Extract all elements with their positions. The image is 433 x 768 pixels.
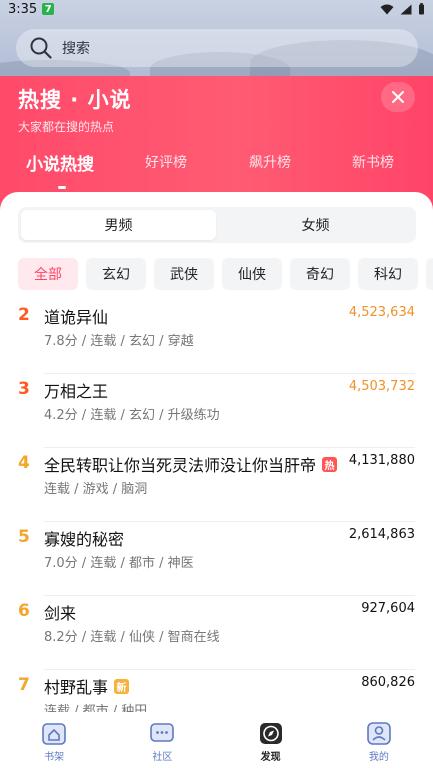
rank-number: 7: [18, 675, 30, 695]
book-title-text: 道诡异仙: [44, 308, 109, 327]
rank-number: 4: [18, 453, 30, 473]
chip-kehuan[interactable]: 科幻: [358, 258, 418, 290]
chip-all[interactable]: 全部: [18, 258, 78, 290]
new-badge: 新: [114, 678, 130, 694]
tab-new-books[interactable]: 新书榜: [352, 152, 394, 172]
chip-qihuan[interactable]: 奇幻: [290, 258, 350, 290]
profile-icon: [367, 722, 391, 745]
segment-female[interactable]: 女频: [218, 210, 413, 240]
tab-rising[interactable]: 飙升榜: [249, 152, 291, 172]
book-title-text: 剑来: [44, 604, 77, 623]
ranking-tabs: 小说热搜 好评榜 飙升榜 新书榜: [0, 152, 433, 184]
bookshelf-icon: [42, 723, 66, 745]
book-meta: 8.2分 / 连载 / 仙侠 / 智商在线: [44, 630, 220, 645]
nav-bookshelf[interactable]: 书架: [0, 712, 108, 768]
book-title-text: 万相之王: [44, 382, 109, 401]
book-meta: 连载 / 游戏 / 脑洞: [44, 482, 148, 497]
app-notification-badge: 7: [42, 3, 55, 15]
book-title: 剑来: [44, 600, 76, 624]
search-count: 4,131,880: [348, 453, 415, 468]
list-item[interactable]: 6 剑来 8.2分 / 连载 / 仙侠 / 智商在线 927,604: [0, 596, 433, 670]
nav-label: 我的: [368, 752, 389, 763]
rank-number: 3: [18, 379, 30, 399]
rank-number: 2: [18, 305, 30, 325]
hot-badge: 热: [322, 456, 338, 472]
nav-label: 社区: [152, 752, 173, 763]
status-icons: [380, 3, 425, 15]
book-title-text: 全民转职让你当死灵法师没让你当肝帝: [44, 456, 317, 475]
nav-label: 书架: [44, 752, 65, 763]
search-input[interactable]: 搜索: [16, 29, 418, 67]
chip-more[interactable]: [426, 258, 433, 290]
search-icon: [30, 37, 52, 59]
list-item[interactable]: 2 道诡异仙 7.8分 / 连载 / 玄幻 / 穿越 4,523,634: [0, 300, 433, 374]
rank-number: 5: [18, 527, 30, 547]
book-title: 寡嫂的秘密: [44, 526, 124, 550]
page-title: 热搜 · 小说: [18, 88, 132, 112]
close-icon: [392, 91, 404, 103]
chip-xianxia[interactable]: 仙侠: [222, 258, 282, 290]
search-count: 860,826: [361, 675, 415, 690]
status-bar: 3:35 7: [0, 0, 433, 18]
search-count: 4,503,732: [348, 379, 415, 394]
search-count: 4,523,634: [348, 305, 415, 320]
segment-male[interactable]: 男频: [21, 210, 216, 240]
search-count: 2,614,863: [348, 527, 415, 542]
book-meta: 连载 / 都市 / 种田: [44, 704, 148, 712]
category-chips: 全部 玄幻 武侠 仙侠 奇幻 科幻: [18, 258, 433, 290]
community-icon: [150, 723, 175, 742]
chip-xuanhuan[interactable]: 玄幻: [86, 258, 146, 290]
wifi-icon: [380, 4, 394, 14]
battery-icon: [419, 3, 424, 15]
list-item[interactable]: 3 万相之王 4.2分 / 连载 / 玄幻 / 升级练功 4,503,732: [0, 374, 433, 448]
tab-indicator: [58, 186, 66, 189]
book-meta: 7.0分 / 连载 / 都市 / 神医: [44, 556, 194, 571]
gender-segment: 男频 女频: [18, 207, 416, 243]
status-time: 3:35: [8, 1, 38, 17]
book-meta: 7.8分 / 连载 / 玄幻 / 穿越: [44, 334, 194, 349]
book-title-text: 村野乱事: [44, 678, 109, 697]
book-title: 道诡异仙: [44, 304, 108, 328]
tab-good-reviews[interactable]: 好评榜: [145, 152, 187, 172]
nav-profile[interactable]: 我的: [325, 712, 433, 768]
discover-compass-icon: [259, 723, 282, 744]
tab-novel-hot[interactable]: 小说热搜: [26, 150, 94, 175]
book-title: 万相之王: [44, 378, 108, 402]
hot-list: 2 道诡异仙 7.8分 / 连载 / 玄幻 / 穿越 4,523,634 3 万…: [0, 300, 433, 712]
search-placeholder: 搜索: [62, 41, 90, 57]
close-button[interactable]: [381, 82, 415, 112]
book-title: 村野乱事新: [44, 674, 130, 698]
list-item[interactable]: 5 寡嫂的秘密 7.0分 / 连载 / 都市 / 神医 2,614,863: [0, 522, 433, 596]
nav-label: 发现: [260, 752, 281, 763]
bottom-nav: 书架 社区 发现 我的: [0, 712, 433, 768]
chip-wuxia[interactable]: 武侠: [154, 258, 214, 290]
nav-community[interactable]: 社区: [108, 712, 216, 768]
list-item[interactable]: 4 全民转职让你当死灵法师没让你当肝帝热 连载 / 游戏 / 脑洞 4,131,…: [0, 448, 433, 522]
nav-discover[interactable]: 发现: [217, 712, 325, 768]
list-item[interactable]: 7 村野乱事新 连载 / 都市 / 种田 860,826: [0, 670, 433, 712]
rank-number: 6: [18, 601, 30, 621]
book-title-text: 寡嫂的秘密: [44, 530, 125, 549]
book-meta: 4.2分 / 连载 / 玄幻 / 升级练功: [44, 408, 220, 423]
book-title: 全民转职让你当死灵法师没让你当肝帝热: [44, 452, 338, 476]
signal-icon: [400, 4, 412, 14]
search-count: 927,604: [361, 601, 415, 616]
page-subtitle: 大家都在搜的热点: [18, 120, 115, 134]
